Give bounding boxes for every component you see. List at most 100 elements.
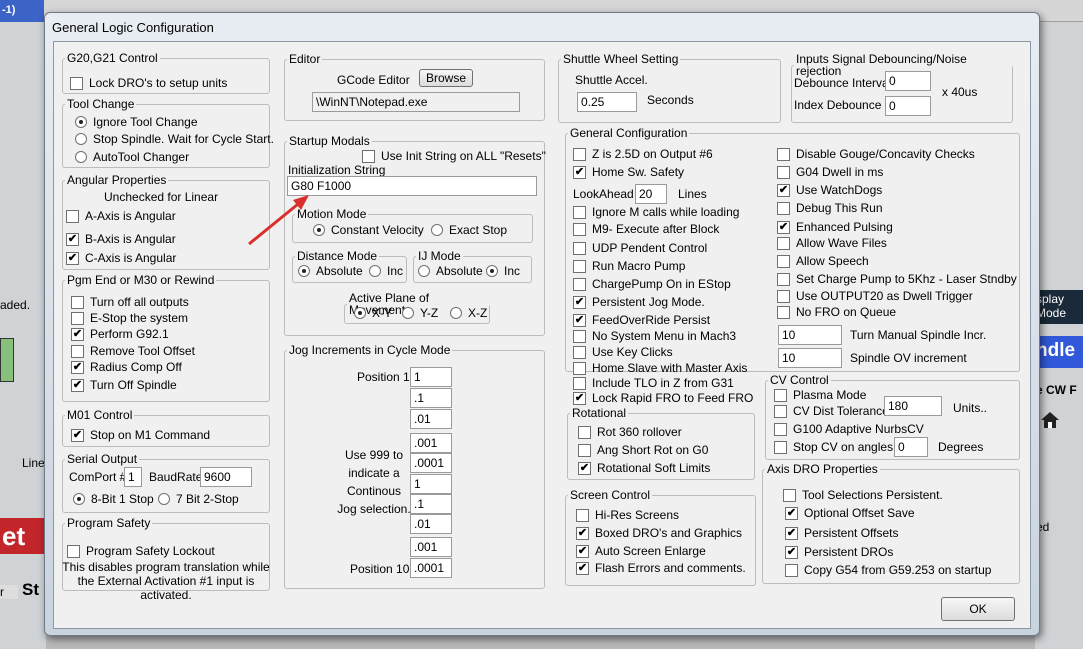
axis-dro-checkbox[interactable]: Tool Selections Persistent. xyxy=(783,488,943,502)
radio-button[interactable] xyxy=(73,493,85,505)
checkbox-box[interactable] xyxy=(777,272,790,286)
rotational-checkbox[interactable]: Ang Short Rot on G0 xyxy=(578,443,708,457)
checkbox-box[interactable] xyxy=(578,443,591,457)
radio-button[interactable] xyxy=(75,116,87,128)
checkbox-box[interactable]: ✔ xyxy=(66,232,79,246)
checkbox-box[interactable] xyxy=(573,259,586,273)
tool-change-option[interactable]: Stop Spindle. Wait for Cycle Start. xyxy=(75,132,274,146)
tool-change-option[interactable]: AutoTool Changer xyxy=(75,150,189,164)
general-checkbox[interactable]: Run Macro Pump xyxy=(573,259,685,273)
stop-cv-input[interactable]: 0 xyxy=(894,437,928,457)
browse-button[interactable]: Browse xyxy=(419,69,473,87)
general-checkbox[interactable]: No System Menu in Mach3 xyxy=(573,329,736,343)
general-checkbox[interactable]: Include TLO in Z from G31 xyxy=(573,376,734,390)
general-checkbox[interactable]: ✔ Enhanced Pulsing xyxy=(777,220,893,234)
ij-option[interactable]: Inc xyxy=(486,264,520,278)
b-axis-checkbox[interactable]: ✔ B-Axis is Angular xyxy=(66,232,176,246)
radio-button[interactable] xyxy=(450,307,462,319)
jog-increment-input[interactable]: .0001 xyxy=(410,558,452,578)
jog-increment-input[interactable]: .01 xyxy=(410,514,452,534)
radio-button[interactable] xyxy=(418,265,430,277)
checkbox-box[interactable] xyxy=(573,376,586,390)
general-checkbox[interactable]: ✔ FeedOverRide Persist xyxy=(573,313,710,327)
checkbox-box[interactable] xyxy=(71,295,84,309)
checkbox-box[interactable]: ✔ xyxy=(71,428,84,442)
jog-increment-input[interactable]: .001 xyxy=(410,537,452,557)
checkbox-box[interactable]: ✔ xyxy=(573,313,586,327)
checkbox-box[interactable] xyxy=(362,149,375,163)
motion-option[interactable]: Constant Velocity xyxy=(313,223,424,237)
checkbox-box[interactable] xyxy=(774,404,787,418)
debounce-interval-input[interactable]: 0 xyxy=(885,71,931,91)
plasma-checkbox[interactable]: Plasma Mode xyxy=(774,388,866,402)
plane-option[interactable]: X-Z xyxy=(450,306,487,320)
jog-increment-input[interactable]: .0001 xyxy=(410,453,452,473)
checkbox-box[interactable]: ✔ xyxy=(71,327,84,341)
pgm-end-checkbox[interactable]: ✔ Perform G92.1 xyxy=(71,327,169,341)
serial-option[interactable]: 8-Bit 1 Stop xyxy=(73,492,154,506)
general-checkbox[interactable]: Allow Speech xyxy=(777,254,869,268)
ij-option[interactable]: Absolute xyxy=(418,264,483,278)
radio-button[interactable] xyxy=(313,224,325,236)
checkbox-box[interactable] xyxy=(777,147,790,161)
checkbox-box[interactable] xyxy=(67,544,80,558)
general-checkbox[interactable]: Disable Gouge/Concavity Checks xyxy=(777,147,975,161)
checkbox-box[interactable] xyxy=(573,241,586,255)
checkbox-box[interactable]: ✔ xyxy=(66,251,79,265)
general-checkbox[interactable]: Set Charge Pump to 5Khz - Laser Stndby xyxy=(777,272,1017,286)
checkbox-box[interactable] xyxy=(573,222,586,236)
lock-dro-checkbox[interactable]: Lock DRO's to setup units xyxy=(70,76,227,90)
checkbox-box[interactable]: ✔ xyxy=(576,544,589,558)
checkbox-box[interactable] xyxy=(783,488,796,502)
comport-input[interactable]: 1 xyxy=(124,467,142,487)
rotational-checkbox[interactable]: ✔ Rotational Soft Limits xyxy=(578,461,710,475)
general-checkbox[interactable]: Use Key Clicks xyxy=(573,345,673,359)
g100-checkbox[interactable]: G100 Adaptive NurbsCV xyxy=(774,422,924,436)
checkbox-box[interactable] xyxy=(774,388,787,402)
checkbox-box[interactable]: ✔ xyxy=(576,526,589,540)
checkbox-box[interactable]: ✔ xyxy=(573,295,586,309)
general-checkbox[interactable]: Allow Wave Files xyxy=(777,236,887,250)
stop-cv-checkbox[interactable]: Stop CV on angles > xyxy=(774,440,903,454)
checkbox-box[interactable] xyxy=(573,205,586,219)
screen-checkbox[interactable]: ✔ Flash Errors and comments. xyxy=(576,561,746,575)
jog-increment-input[interactable]: .001 xyxy=(410,433,452,453)
radio-button[interactable] xyxy=(486,265,498,277)
radio-button[interactable] xyxy=(75,133,87,145)
checkbox-box[interactable] xyxy=(777,305,790,319)
pgm-end-checkbox[interactable]: Remove Tool Offset xyxy=(71,344,195,358)
checkbox-box[interactable] xyxy=(573,361,586,375)
checkbox-box[interactable] xyxy=(71,344,84,358)
checkbox-box[interactable] xyxy=(71,311,84,325)
general-checkbox[interactable]: Use OUTPUT20 as Dwell Trigger xyxy=(777,289,973,303)
axis-dro-checkbox[interactable]: Copy G54 from G59.253 on startup xyxy=(785,563,991,577)
general-checkbox[interactable]: M9- Execute after Block xyxy=(573,222,719,236)
checkbox-box[interactable]: ✔ xyxy=(573,165,586,179)
general-checkbox[interactable]: G04 Dwell in ms xyxy=(777,165,883,179)
cv-dist-checkbox[interactable]: CV Dist Tolerance xyxy=(774,404,889,418)
pgm-end-checkbox[interactable]: Turn off all outputs xyxy=(71,295,189,309)
checkbox-box[interactable] xyxy=(777,254,790,268)
screen-checkbox[interactable]: Hi-Res Screens xyxy=(576,508,679,522)
cv-dist-input[interactable]: 180 xyxy=(884,396,942,416)
plane-option[interactable]: X-Y xyxy=(354,306,392,320)
axis-dro-checkbox[interactable]: ✔ Persistent Offsets xyxy=(785,526,898,540)
distance-option[interactable]: Absolute xyxy=(298,264,363,278)
jog-increment-input[interactable]: .1 xyxy=(410,388,452,408)
init-string-input[interactable]: G80 F1000 xyxy=(287,176,537,196)
editor-path-field[interactable]: \WinNT\Notepad.exe xyxy=(312,92,520,112)
general-checkbox[interactable]: Ignore M calls while loading xyxy=(573,205,739,219)
screen-checkbox[interactable]: ✔ Boxed DRO's and Graphics xyxy=(576,526,742,540)
checkbox-box[interactable] xyxy=(573,277,586,291)
radio-button[interactable] xyxy=(298,265,310,277)
radio-button[interactable] xyxy=(369,265,381,277)
checkbox-box[interactable]: ✔ xyxy=(785,526,798,540)
general-checkbox[interactable]: Debug This Run xyxy=(777,201,883,215)
screen-checkbox[interactable]: ✔ Auto Screen Enlarge xyxy=(576,544,706,558)
radio-button[interactable] xyxy=(75,151,87,163)
general-checkbox[interactable]: Z is 2.5D on Output #6 xyxy=(573,147,713,161)
general-checkbox[interactable]: ✔ Use WatchDogs xyxy=(777,183,882,197)
axis-dro-checkbox[interactable]: ✔ Persistent DROs xyxy=(785,545,893,559)
c-axis-checkbox[interactable]: ✔ C-Axis is Angular xyxy=(66,251,176,265)
pgm-end-checkbox[interactable]: ✔ Radius Comp Off xyxy=(71,360,182,374)
